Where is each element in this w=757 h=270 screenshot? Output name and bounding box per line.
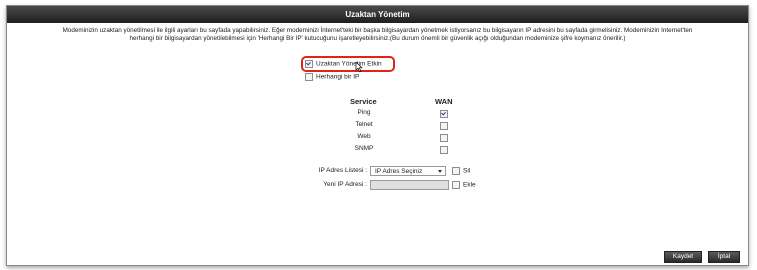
new-ip-input[interactable]	[370, 180, 449, 190]
ip-list-selected-value: IP Adres Seçiniz	[375, 168, 423, 175]
wan-telnet-checkbox[interactable]	[440, 122, 448, 130]
remote-management-checkbox[interactable]	[305, 60, 313, 68]
page-description: Modeminizin uzaktan yönetilmesi ile ilgi…	[11, 27, 744, 43]
wan-web-checkbox[interactable]	[440, 134, 448, 142]
description-line-2: herhangi bir bilgisayardan yönetilebilme…	[129, 35, 626, 42]
dropdown-arrow-icon	[438, 170, 442, 173]
any-ip-option[interactable]: Herhangi bir IP	[305, 73, 359, 81]
remote-management-option[interactable]: Uzaktan Yönetim Etkin	[305, 60, 382, 68]
cancel-button[interactable]: İptal	[708, 251, 740, 263]
wan-snmp-checkbox[interactable]	[440, 146, 448, 154]
remote-management-panel: Uzaktan Yönetim Modeminizin uzaktan yöne…	[6, 5, 749, 266]
add-ip-checkbox[interactable]	[452, 181, 460, 189]
remote-management-label: Uzaktan Yönetim Etkin	[316, 60, 382, 68]
service-label-web: Web	[357, 133, 371, 140]
ip-list-label: IP Adres Listesi :	[318, 167, 367, 174]
delete-ip-label: Sil	[463, 167, 471, 175]
new-ip-label: Yeni IP Adresi :	[323, 181, 367, 188]
add-ip-option[interactable]: Ekle	[452, 181, 476, 189]
mouse-pointer-icon	[355, 62, 363, 73]
ip-list-select[interactable]: IP Adres Seçiniz	[370, 166, 446, 176]
service-label-telnet: Telnet	[355, 121, 373, 128]
page-title: Uzaktan Yönetim	[7, 6, 748, 23]
wan-column-header: WAN	[435, 97, 453, 106]
any-ip-label: Herhangi bir IP	[316, 73, 360, 81]
save-button[interactable]: Kaydet	[664, 251, 702, 263]
add-ip-label: Ekle	[463, 181, 476, 189]
delete-ip-option[interactable]: Sil	[452, 167, 470, 175]
description-line-1: Modeminizin uzaktan yönetilmesi ile ilgi…	[62, 27, 693, 34]
service-label-snmp: SNMP	[354, 145, 374, 152]
wan-ping-checkbox[interactable]	[440, 110, 448, 118]
delete-ip-checkbox[interactable]	[452, 167, 460, 175]
service-column-header: Service	[350, 97, 377, 106]
any-ip-checkbox[interactable]	[305, 73, 313, 81]
service-label-ping: Ping	[357, 109, 371, 116]
